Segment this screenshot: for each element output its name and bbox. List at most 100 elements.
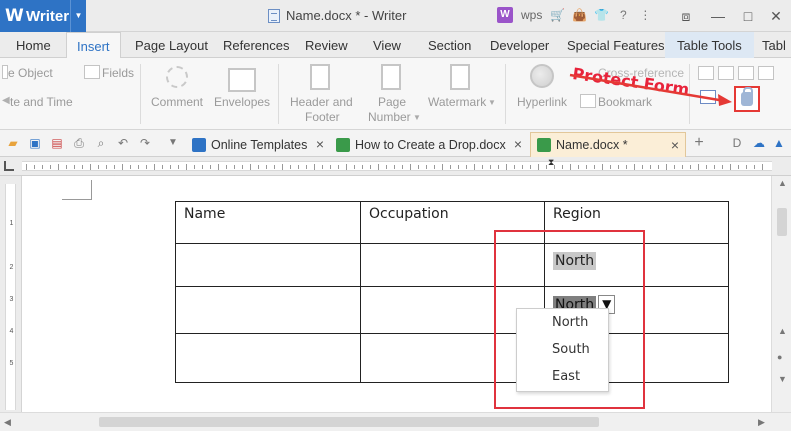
ruler-track[interactable] — [22, 161, 772, 171]
tab-view[interactable]: View — [373, 38, 401, 53]
protect-form-button[interactable] — [734, 86, 760, 112]
ruler-tick — [602, 164, 603, 170]
object-button[interactable]: e Object — [8, 66, 53, 80]
tab-developer[interactable]: Developer — [490, 38, 549, 53]
close-tab-icon[interactable]: × — [514, 136, 522, 152]
close-tab-icon[interactable]: × — [316, 136, 324, 152]
table-cell[interactable] — [175, 333, 361, 383]
shirt-icon[interactable]: 👕 — [594, 8, 609, 22]
ruler-number: 2 — [9, 264, 14, 271]
new-tab-icon[interactable]: + — [692, 135, 706, 151]
tab-table-style[interactable]: Tabl — [762, 38, 786, 53]
ruler-tick — [282, 164, 283, 170]
tab-table-tools[interactable]: Table Tools — [665, 32, 754, 58]
tab-name-docx[interactable]: Name.docx * × — [530, 132, 686, 157]
ruler-tick — [458, 165, 459, 169]
maximize-button[interactable]: □ — [738, 6, 758, 26]
undo-icon[interactable]: ↶ — [116, 136, 130, 150]
share-icon[interactable]: ▲ — [772, 136, 786, 150]
select-browse-object-icon[interactable]: ● — [777, 352, 782, 362]
minimize-button[interactable]: — — [708, 6, 728, 26]
vertical-scroll-thumb[interactable] — [777, 208, 787, 236]
ruler-tick — [250, 164, 251, 170]
form-field-options-icon[interactable] — [758, 66, 774, 80]
table-header-name[interactable]: Name — [175, 201, 361, 244]
indent-marker[interactable]: ⧗ — [548, 157, 554, 168]
envelope-icon[interactable] — [228, 68, 256, 92]
page-number-icon[interactable] — [381, 64, 401, 90]
scroll-left-icon[interactable]: ◀ — [2, 95, 10, 106]
fields-icon[interactable] — [84, 65, 100, 79]
wps-label[interactable]: wps — [521, 8, 542, 22]
header-footer-button-line2[interactable]: Footer — [305, 110, 340, 124]
bag-icon[interactable]: 👜 — [572, 8, 587, 22]
tab-how-to-create[interactable]: How to Create a Drop.docx × — [330, 132, 528, 157]
vertical-scrollbar[interactable]: ▲ ▲ ● ▼ — [771, 176, 791, 412]
horizontal-scrollbar[interactable]: ◀ ▶ — [0, 412, 791, 431]
close-button[interactable]: ✕ — [766, 6, 786, 26]
tab-special-features[interactable]: Special Features — [567, 38, 665, 53]
window-title-text: Name.docx * - Writer — [286, 8, 407, 23]
header-footer-button-line1[interactable]: Header and — [290, 95, 353, 109]
ribbon-separator — [140, 64, 141, 124]
help-icon[interactable]: ? — [616, 8, 630, 22]
ruler-tick — [410, 164, 411, 170]
comment-button[interactable]: Comment — [151, 95, 203, 109]
ruler-tick — [314, 164, 315, 170]
vertical-ruler-track: 1 2 3 4 5 — [5, 184, 16, 410]
options-icon[interactable]: ⋮ — [638, 8, 652, 22]
horizontal-ruler[interactable]: ⧗ — [0, 157, 791, 176]
comment-icon[interactable] — [166, 66, 188, 88]
open-folder-icon[interactable]: ▰ — [6, 136, 20, 150]
ruler-tick — [26, 164, 27, 170]
scroll-up-icon[interactable]: ▲ — [778, 178, 787, 188]
previous-page-icon[interactable]: ▲ — [778, 326, 787, 336]
next-page-icon[interactable]: ▼ — [778, 374, 787, 384]
date-time-button[interactable]: te and Time — [10, 95, 73, 109]
tab-page-layout[interactable]: Page Layout — [135, 38, 208, 53]
tab-online-templates[interactable]: Online Templates × — [186, 132, 330, 157]
watermark-button[interactable]: Watermark — [428, 95, 486, 109]
app-menu-dropdown-icon[interactable]: ▼ — [70, 0, 86, 32]
wps-logo-icon[interactable]: W — [497, 7, 513, 23]
app-menu-button[interactable]: W Writer ▼ — [0, 0, 86, 32]
header-footer-icon[interactable] — [310, 64, 330, 90]
tab-review[interactable]: Review — [305, 38, 348, 53]
export-pdf-icon[interactable]: ▤ — [50, 136, 64, 150]
page-number-button-line2[interactable]: Number — [368, 110, 411, 124]
watermark-icon[interactable] — [450, 64, 470, 90]
ruler-tick — [346, 164, 347, 170]
print-preview-icon[interactable]: ⌕ — [94, 136, 108, 150]
dropdown-field-icon[interactable] — [738, 66, 754, 80]
page-number-dropdown-icon[interactable]: ▼ — [413, 113, 421, 122]
tab-stop-selector[interactable] — [4, 161, 14, 171]
tab-section[interactable]: Section — [428, 38, 471, 53]
cloud-icon[interactable]: ☁ — [752, 136, 766, 150]
vertical-ruler[interactable]: 1 2 3 4 5 — [0, 176, 22, 412]
print-icon[interactable]: ⎙ — [72, 136, 86, 150]
scroll-right-icon[interactable]: ▶ — [758, 417, 765, 428]
close-tab-icon[interactable]: × — [671, 137, 679, 153]
scroll-left-icon[interactable]: ◀ — [4, 417, 11, 428]
table-cell[interactable] — [175, 286, 361, 334]
redo-icon[interactable]: ↷ — [138, 136, 152, 150]
cart-icon[interactable]: 🛒 — [550, 8, 565, 22]
table-row: Name Occupation Region — [175, 201, 729, 244]
horizontal-scroll-thumb[interactable] — [99, 417, 599, 427]
page-number-button-line1[interactable]: Page — [378, 95, 406, 109]
envelopes-button[interactable]: Envelopes — [214, 95, 270, 109]
customize-toolbar-icon[interactable]: ▼ — [166, 136, 180, 150]
tab-references[interactable]: References — [223, 38, 289, 53]
ruler-tick — [146, 165, 147, 169]
docer-icon[interactable]: D — [730, 136, 744, 150]
hyperlink-icon[interactable] — [530, 64, 554, 88]
restore-window-icon[interactable]: ⧈ — [676, 6, 696, 26]
ruler-tick — [530, 165, 531, 169]
fields-button[interactable]: Fields — [102, 66, 134, 80]
tab-home[interactable]: Home — [16, 38, 51, 53]
table-cell[interactable] — [175, 243, 361, 287]
tab-label: How to Create a Drop.docx — [355, 137, 506, 152]
save-icon[interactable]: ▣ — [28, 136, 42, 150]
watermark-dropdown-icon[interactable]: ▼ — [488, 98, 496, 107]
tab-insert[interactable]: Insert — [66, 32, 121, 58]
